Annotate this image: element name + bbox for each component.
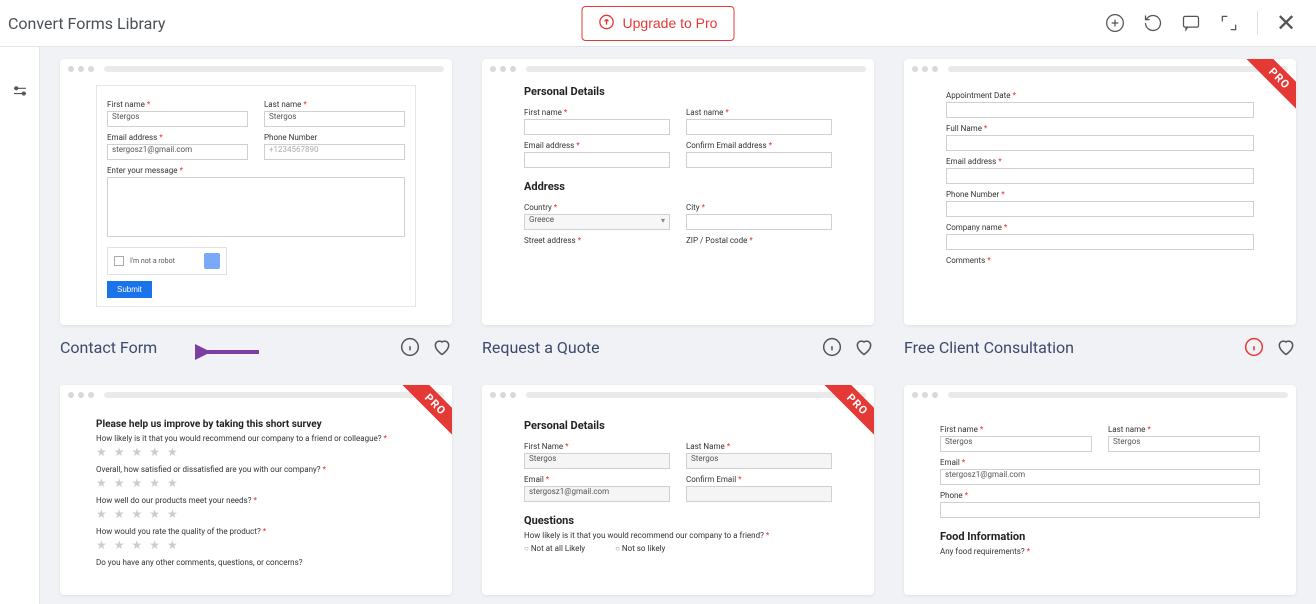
upgrade-icon <box>599 14 615 33</box>
section-title: Personal Details <box>524 85 832 98</box>
heart-icon[interactable] <box>432 337 452 357</box>
template-title: Contact Form <box>60 338 390 357</box>
template-title: Request a Quote <box>482 338 812 357</box>
divider <box>1257 11 1258 35</box>
field-input <box>524 119 670 135</box>
field-input <box>946 168 1254 184</box>
field-input <box>940 502 1260 518</box>
recaptcha-icon <box>204 253 220 269</box>
template-thumb[interactable]: PRO Appointment Date * Full Name * Email… <box>904 59 1296 325</box>
field-input: Stergos <box>264 111 405 127</box>
filter-icon[interactable] <box>11 83 29 604</box>
template-thumb[interactable]: Personal Details First name * Last name … <box>482 59 874 325</box>
template-thumb[interactable]: PRO Please help us improve by taking thi… <box>60 385 452 595</box>
section-title: Personal Details <box>524 419 832 432</box>
field-input <box>686 214 832 230</box>
field-input: +1234567890 <box>264 144 405 160</box>
field-input <box>946 201 1254 217</box>
template-thumb[interactable]: First name * Stergos Last name * Stergos… <box>904 385 1296 595</box>
info-icon[interactable] <box>822 337 842 357</box>
field-input: Stergos <box>940 436 1092 452</box>
field-label: Last name * <box>264 100 405 109</box>
field-label: Enter your message * <box>107 166 405 175</box>
field-label: Email address * <box>107 133 248 142</box>
field-label: First name * <box>107 100 248 109</box>
heart-icon[interactable] <box>1276 337 1296 357</box>
field-input <box>946 135 1254 151</box>
field-input: Stergos <box>1108 436 1260 452</box>
heart-icon[interactable] <box>854 337 874 357</box>
field-input <box>686 486 832 502</box>
upgrade-label: Upgrade to Pro <box>623 15 718 31</box>
comment-icon[interactable] <box>1181 13 1201 33</box>
card-footer: Free Client Consultation <box>904 337 1296 357</box>
card-footer: Request a Quote <box>482 337 874 357</box>
field-input: Stergos <box>107 111 248 127</box>
thumb-chrome <box>482 59 874 79</box>
field-input: stergosz1@gmail.com <box>524 486 670 502</box>
field-input: stergosz1@gmail.com <box>107 144 248 160</box>
page-title: Convert Forms Library <box>8 14 165 33</box>
info-icon[interactable] <box>1244 337 1264 357</box>
field-input <box>686 152 832 168</box>
field-input <box>946 234 1254 250</box>
field-input <box>524 152 670 168</box>
topbar-actions: ✕ <box>1105 11 1296 35</box>
topbar: Convert Forms Library Upgrade to Pro ✕ <box>0 0 1316 47</box>
card-footer: Contact Form <box>60 337 452 357</box>
template-thumb[interactable]: First name * Stergos Last name * Stergos <box>60 59 452 325</box>
template-grid: First name * Stergos Last name * Stergos <box>40 47 1316 604</box>
template-title: Free Client Consultation <box>904 338 1234 357</box>
thumb-chrome <box>904 385 1296 405</box>
template-card: PRO Please help us improve by taking thi… <box>60 385 452 595</box>
template-thumb[interactable]: PRO Personal Details First Name * Stergo… <box>482 385 874 595</box>
field-input <box>946 102 1254 118</box>
expand-icon[interactable] <box>1219 13 1239 33</box>
template-card: First name * Stergos Last name * Stergos… <box>904 385 1296 595</box>
thumb-chrome <box>904 59 1296 79</box>
star-rating: ★ ★ ★ ★ ★ <box>96 538 416 552</box>
template-card: PRO Appointment Date * Full Name * Email… <box>904 59 1296 357</box>
refresh-icon[interactable] <box>1143 13 1163 33</box>
section-title: Questions <box>524 514 832 527</box>
template-card: PRO Personal Details First Name * Stergo… <box>482 385 874 595</box>
star-rating: ★ ★ ★ ★ ★ <box>96 476 416 490</box>
template-card: First name * Stergos Last name * Stergos <box>60 59 452 357</box>
section-title: Please help us improve by taking this sh… <box>96 419 416 430</box>
chevron-down-icon: ▾ <box>661 216 665 225</box>
field-input <box>686 119 832 135</box>
star-rating: ★ ★ ★ ★ ★ <box>96 445 416 459</box>
field-select: Greece ▾ <box>524 214 670 230</box>
thumb-chrome <box>60 59 452 79</box>
template-card: Personal Details First name * Last name … <box>482 59 874 357</box>
section-title: Food Information <box>940 530 1260 543</box>
field-input: Stergos <box>524 453 670 469</box>
close-icon[interactable]: ✕ <box>1276 13 1296 33</box>
field-input: stergosz1@gmail.com <box>940 469 1260 485</box>
radio-group: Not at all Likely Not so likely <box>524 544 832 553</box>
main: First name * Stergos Last name * Stergos <box>0 47 1316 604</box>
field-label: Phone Number <box>264 133 405 142</box>
thumb-chrome <box>482 385 874 405</box>
info-icon[interactable] <box>400 337 420 357</box>
section-title: Address <box>524 180 832 193</box>
add-icon[interactable] <box>1105 13 1125 33</box>
captcha: I'm not a robot <box>107 247 227 275</box>
upgrade-button[interactable]: Upgrade to Pro <box>582 6 735 41</box>
thumb-chrome <box>60 385 452 405</box>
star-rating: ★ ★ ★ ★ ★ <box>96 507 416 521</box>
field-input: Stergos <box>686 453 832 469</box>
sidebar <box>0 47 40 604</box>
field-textarea <box>107 177 405 237</box>
submit-button: Submit <box>107 281 152 298</box>
